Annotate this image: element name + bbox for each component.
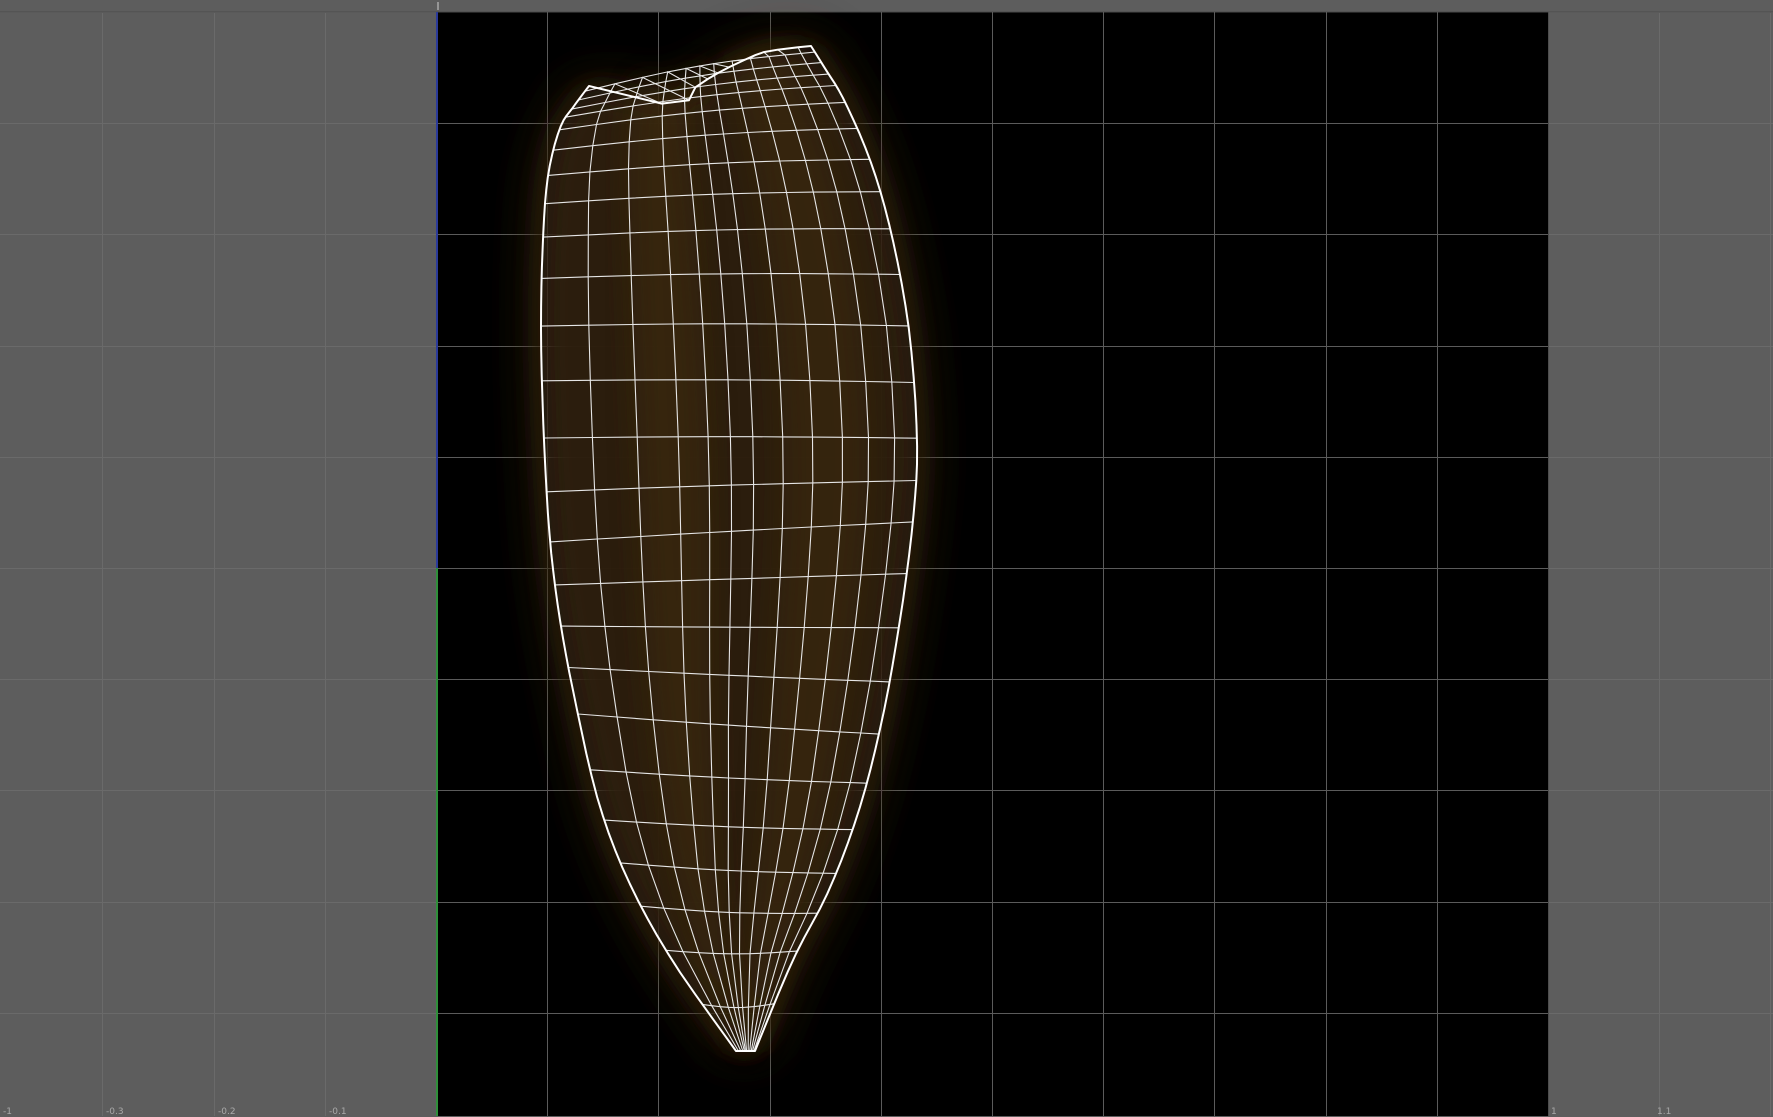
uv-canvas[interactable] [0,0,1773,1116]
top-ruler [0,0,1773,12]
uv-editor-viewport[interactable]: -1 -0.3 -0.2 -0.1 1 1.1 [0,0,1773,1117]
